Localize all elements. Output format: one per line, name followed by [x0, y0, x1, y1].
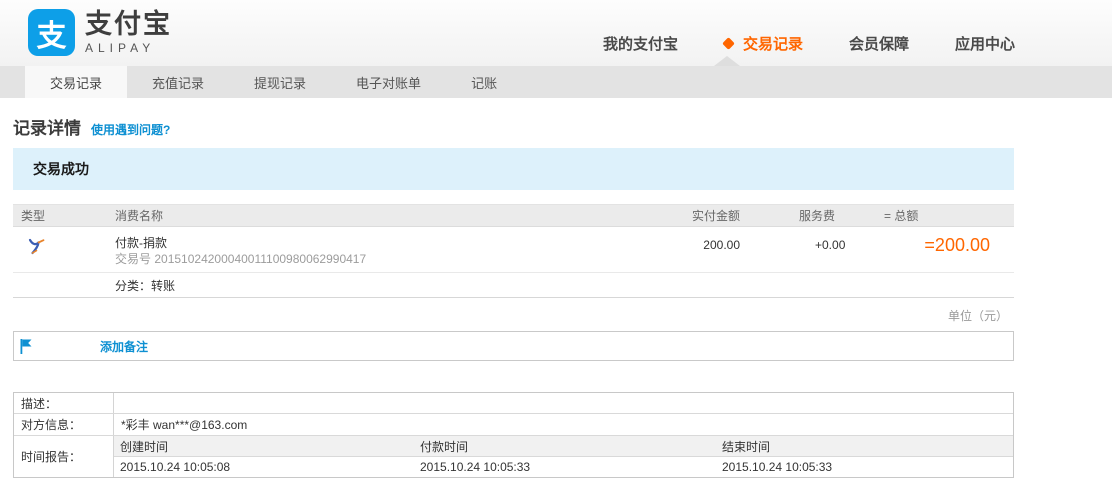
col-header-paid: 实付金额	[676, 207, 795, 224]
created-time-header: 创建时间	[120, 438, 420, 455]
trade-number-value: 20151024200040011100980062990417	[154, 252, 366, 266]
nav-item-label: 会员保障	[849, 33, 909, 54]
transaction-type-cell	[13, 235, 115, 267]
end-time-value: 2015.10.24 10:05:33	[722, 460, 1013, 474]
remark-box: 添加备注	[13, 331, 1014, 361]
paid-time-header: 付款时间	[420, 438, 722, 455]
alipay-logo-icon: 支	[28, 9, 75, 56]
category-label: 分类：	[115, 277, 151, 294]
top-header: 支 支付宝 ALIPAY 我的支付宝 交易记录 会员保障 应用中心	[0, 0, 1112, 66]
logo-subtitle: ALIPAY	[85, 41, 172, 55]
counterparty-label: 对方信息：	[14, 414, 114, 435]
tab-bookkeeping[interactable]: 记账	[446, 66, 522, 98]
col-header-total: = 总额	[880, 207, 1014, 224]
main-content: 记录详情 使用遇到问题? 交易成功 类型 消费名称 实付金额 服务费 = 总额 …	[0, 114, 1014, 478]
unit-note: 单位（元）	[13, 307, 1014, 324]
time-report-cell: 创建时间 付款时间 结束时间 2015.10.24 10:05:08 2015.…	[114, 436, 1013, 477]
tab-e-statement[interactable]: 电子对账单	[331, 66, 446, 98]
col-header-type: 类型	[13, 207, 115, 224]
usage-problem-link[interactable]: 使用遇到问题?	[91, 121, 170, 138]
col-header-name: 消费名称	[115, 207, 676, 224]
description-value	[114, 393, 1013, 413]
transaction-name: 付款-捐款	[115, 235, 676, 251]
created-time-value: 2015.10.24 10:05:08	[120, 460, 420, 474]
tab-withdraw-records[interactable]: 提现记录	[229, 66, 331, 98]
end-time-header: 结束时间	[722, 438, 1013, 455]
table-row-time-report: 时间报告： 创建时间 付款时间 结束时间 2015.10.24 10:05:08…	[14, 436, 1013, 477]
table-row-description: 描述：	[14, 393, 1013, 414]
alipay-logo[interactable]: 支 支付宝 ALIPAY	[28, 9, 172, 56]
description-label: 描述：	[14, 393, 114, 413]
category-row: 分类： 转账	[13, 272, 1014, 298]
active-nav-pointer	[714, 56, 740, 66]
nav-item-my-alipay[interactable]: 我的支付宝	[603, 33, 678, 54]
transaction-status-banner: 交易成功	[13, 148, 1014, 190]
category-value: 转账	[151, 277, 175, 294]
alipay-logo-text: 支付宝 ALIPAY	[85, 10, 172, 54]
trade-number-label: 交易号	[115, 252, 151, 266]
time-report-label: 时间报告：	[14, 436, 114, 477]
details-table: 描述： 对方信息： *彩丰 wan***@163.com 时间报告： 创建时间 …	[13, 392, 1014, 478]
nav-item-label: 我的支付宝	[603, 33, 678, 54]
table-row-counterparty: 对方信息： *彩丰 wan***@163.com	[14, 414, 1013, 436]
paid-time-value: 2015.10.24 10:05:33	[420, 460, 722, 474]
transaction-table-header: 类型 消费名称 实付金额 服务费 = 总额	[13, 204, 1014, 227]
swallow-transfer-icon	[27, 237, 47, 256]
transaction-name-cell: 付款-捐款 交易号 201510242000400111009800629904…	[115, 235, 676, 267]
logo-title: 支付宝	[85, 10, 172, 38]
nav-item-label: 交易记录	[743, 33, 803, 54]
add-remark-link[interactable]: 添加备注	[100, 338, 148, 355]
nav-item-label: 应用中心	[955, 33, 1015, 54]
transaction-row: 付款-捐款 交易号 201510242000400111009800629904…	[13, 227, 1014, 272]
time-report-value-row: 2015.10.24 10:05:08 2015.10.24 10:05:33 …	[114, 457, 1013, 477]
transaction-table: 类型 消费名称 实付金额 服务费 = 总额 付款-捐款 交易号 20151024…	[13, 204, 1014, 298]
counterparty-value: *彩丰 wan***@163.com	[114, 414, 1013, 435]
tab-transaction-records[interactable]: 交易记录	[25, 66, 127, 98]
nav-item-app-center[interactable]: 应用中心	[955, 33, 1015, 54]
col-header-fee: 服务费	[795, 207, 880, 224]
service-fee: +0.00	[795, 235, 880, 267]
status-text: 交易成功	[33, 159, 89, 179]
nav-item-transaction-records[interactable]: 交易记录	[724, 33, 803, 54]
top-nav: 我的支付宝 交易记录 会员保障 应用中心	[603, 33, 1015, 54]
nav-item-member-protection[interactable]: 会员保障	[849, 33, 909, 54]
time-report-header-row: 创建时间 付款时间 结束时间	[114, 436, 1013, 457]
trade-number: 交易号 20151024200040011100980062990417	[115, 251, 676, 267]
active-nav-bullet-icon	[722, 37, 735, 50]
tab-recharge-records[interactable]: 充值记录	[127, 66, 229, 98]
page-title: 记录详情	[13, 114, 81, 139]
total-amount: =200.00	[880, 235, 1014, 267]
paid-amount: 200.00	[676, 235, 795, 267]
title-row: 记录详情 使用遇到问题?	[13, 114, 1014, 139]
flag-icon	[19, 338, 33, 355]
records-tabbar: 交易记录 充值记录 提现记录 电子对账单 记账	[0, 66, 1112, 98]
